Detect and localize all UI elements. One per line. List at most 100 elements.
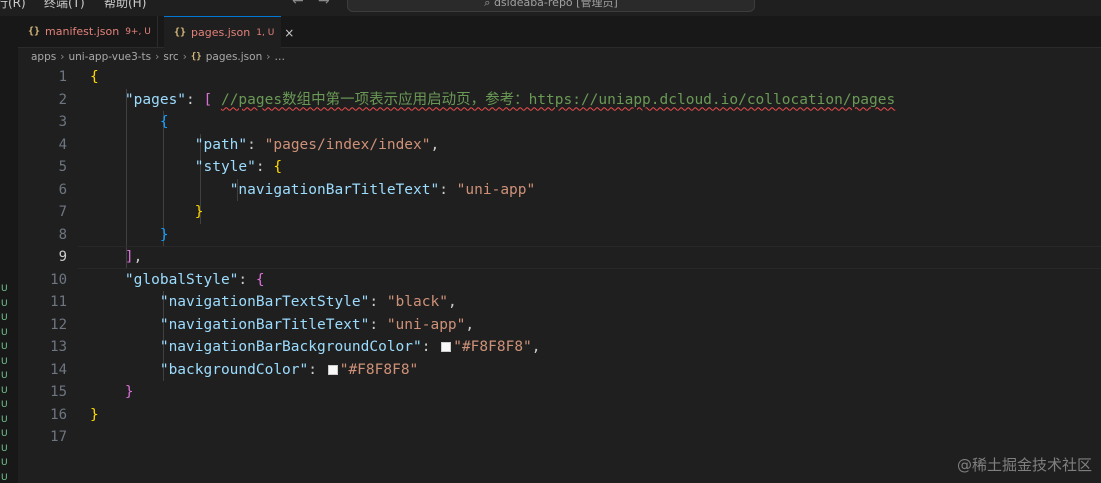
json-key: "navigationBarTitleText" [159,316,370,333]
code-line[interactable]: 6 "navigationBarTitleText": "uni-app" [18,179,1101,202]
title-bar: 行(R) 终端(T) 帮助(H) ← → ⌕ dsideaba-repo [管理… [0,0,1101,16]
menu-terminal[interactable]: 终端(T) [44,0,85,11]
line-number: 15 [50,384,67,400]
code-line[interactable]: 13 "navigationBarBackgroundColor": "#F8F… [18,336,1101,359]
git-untracked-badge: U [1,385,8,396]
code-punct [90,362,160,378]
code-text: "globalStyle": { [90,269,265,292]
json-key: "path" [194,136,248,153]
breadcrumb-src[interactable]: src [163,51,178,63]
color-swatch[interactable] [441,342,452,352]
breadcrumb-uni-app-vue3-ts[interactable]: uni-app-vue3-ts [68,51,151,63]
bracket: } [159,226,169,243]
code-text: } [90,201,204,224]
git-untracked-badge: U [1,284,8,294]
line-number: 5 [58,159,67,175]
code-punct: , [465,316,475,333]
tab-label: pages.json [191,26,251,39]
breadcrumb: apps › uni-app-vue3-ts › src › {} pages.… [31,48,285,65]
json-key: "style" [194,159,256,175]
code-punct: : [369,294,387,310]
code-text: { [90,111,169,134]
menu-help[interactable]: 帮助(H) [104,0,146,11]
breadcrumb-apps[interactable]: apps [31,51,56,63]
tab-status: 1, U [256,27,275,38]
search-icon: ⌕ [484,0,494,9]
breadcrumb-symbols[interactable]: … [274,51,285,63]
code-line[interactable]: 2 "pages": [ //pages数组中第一项表示应用启动页，参考：htt… [18,89,1101,112]
code-line[interactable]: 14 "backgroundColor": "#F8F8F8" [18,359,1101,382]
code-line[interactable]: 9 ], [18,246,1101,269]
code-comment: //pages数组中第一项表示应用启动页，参考：https://uniapp.d… [220,91,896,108]
json-file-icon: {} [28,26,41,37]
json-string: "pages/index/index" [264,136,431,153]
git-untracked-badge: U [1,342,8,352]
code-punct: , [430,136,440,153]
line-number: 14 [50,361,67,378]
line-number: 2 [58,91,67,108]
bracket: { [255,271,265,288]
breadcrumb-pages-json[interactable]: pages.json [206,51,263,63]
bracket: [ [203,91,213,108]
line-number: 17 [50,429,67,445]
code-line[interactable]: 1{ [18,66,1101,89]
code-line[interactable]: 11 "navigationBarTextStyle": "black", [18,291,1101,314]
json-key: "navigationBarTextStyle" [159,294,370,310]
json-string: "#F8F8F8" [339,361,419,378]
git-untracked-badge: U [1,443,8,454]
tab-pages-json[interactable]: {} pages.json 1, U × [164,16,294,48]
code-punct [90,294,160,310]
git-untracked-badge: U [1,298,8,309]
back-arrow-icon[interactable]: ← [292,0,304,9]
close-icon[interactable]: × [284,26,294,40]
command-center[interactable]: ⌕ dsideaba-repo [管理员] [347,0,755,12]
color-swatch[interactable] [327,364,338,375]
forward-arrow-icon[interactable]: → [318,0,330,9]
code-line[interactable]: 17 [18,426,1101,449]
code-punct [90,384,125,400]
code-line[interactable]: 7 } [18,201,1101,224]
line-number: 16 [50,406,67,423]
git-untracked-badge: U [1,371,8,381]
code-line[interactable]: 3 { [18,111,1101,134]
bracket: { [159,114,169,130]
git-untracked-badge: U [1,414,8,425]
code-line[interactable]: 15 } [18,381,1101,404]
command-center-label: dsideaba-repo [管理员] [493,0,618,9]
json-string: "black" [386,294,448,310]
code-line[interactable]: 8 } [18,224,1101,247]
line-number: 13 [50,339,67,355]
code-text: } [90,404,99,427]
line-number: 8 [58,226,67,243]
code-line[interactable]: 12 "navigationBarTitleText": "uni-app", [18,314,1101,337]
code-line[interactable]: 4 "path": "pages/index/index", [18,134,1101,157]
menu-run[interactable]: 行(R) [0,0,26,11]
tab-status: 9+, U [125,26,151,37]
code-punct [90,182,230,198]
tab-manifest-json[interactable]: {} manifest.json 9+, U [18,16,158,47]
bracket: } [90,406,99,423]
code-punct: : [247,136,265,153]
code-editor[interactable]: 1{2 "pages": [ //pages数组中第一项表示应用启动页，参考：h… [18,66,1101,483]
git-untracked-badge: U [1,429,8,439]
editor-tab-bar: {} manifest.json 9+, U {} pages.json 1, … [18,16,1101,48]
code-line[interactable]: 16} [18,404,1101,427]
bracket: ] [124,249,134,265]
bracket: { [273,159,283,175]
line-number: 1 [58,69,67,85]
code-punct: : [238,271,256,288]
json-key: "navigationBarTitleText" [229,181,440,198]
json-file-icon: {} [174,27,187,38]
line-number: 10 [50,271,67,288]
git-untracked-badge: U [1,356,8,367]
json-key: "navigationBarBackgroundColor" [159,339,422,355]
code-punct [90,137,195,153]
json-string: "uni-app" [386,316,466,333]
git-untracked-badge: U [1,472,8,483]
json-key: "pages" [124,91,187,108]
line-number: 9 [58,249,67,265]
code-punct [90,317,160,333]
code-line[interactable]: 10 "globalStyle": { [18,269,1101,292]
code-line[interactable]: 5 "style": { [18,156,1101,179]
code-punct: : [255,159,274,175]
